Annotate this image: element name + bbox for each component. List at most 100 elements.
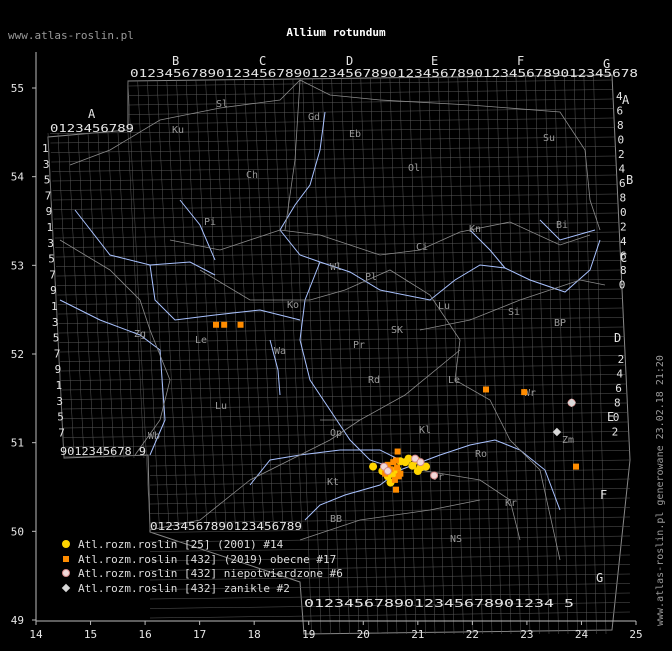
orange-square-icon [60,554,74,566]
right-digit: 8 [620,264,627,277]
region-label-pi: Pi [204,217,216,228]
region-label-lu: Lu [215,401,227,412]
river [299,261,401,471]
y-tick-label: 52 [11,348,24,361]
grid-hline [127,117,614,125]
grid-vline [506,76,521,635]
region-label-bi: Bi [556,220,568,231]
point-1-4 [394,448,401,455]
grid-vline [195,80,217,531]
x-tick-label: 21 [411,628,424,641]
point-1-1 [221,321,228,328]
point-0-13 [413,467,422,476]
grid-vline [389,77,407,635]
x-tick-label: 16 [138,628,151,641]
legend-label: Atl.rozm.roslin [432] (2019) obecne #17 [78,552,337,566]
y-tick-label: 51 [11,437,24,450]
grid-vline [593,75,607,635]
left-digit: 5 [57,411,64,424]
pink-circle-icon [60,568,74,580]
left-digit: 7 [49,268,56,281]
point-1-10 [483,386,489,393]
point-1-11 [521,389,528,396]
grid-vline [360,78,379,635]
region-label-ns: NS [450,534,462,545]
point-3-1 [567,398,576,408]
grid-hline [61,393,628,400]
admin-border [284,79,301,231]
grid-vline-a [87,132,105,459]
region-label-le: Le [448,375,460,386]
grid-vline [244,79,265,531]
point-2-1 [383,467,392,476]
bottom-right-digit-row: 0123456789012345678901234 5 [304,597,574,610]
row-letter-a: A [622,93,630,107]
region-label-bb: BB [330,514,342,525]
left-digit: 1 [47,221,54,234]
grid-hline [62,412,628,419]
legend-label: Atl.rozm.roslin [432] niepotwierdzone #6 [78,567,343,580]
grid-vline [341,78,360,635]
grid-vline [379,77,398,635]
grid-hline [60,355,626,362]
x-tick-label: 24 [575,628,589,641]
grid-vline [457,76,474,635]
grid-hline [60,364,626,372]
left-digit: 7 [45,189,52,202]
point-0-12 [401,458,410,467]
region-label-kl: Kl [419,425,431,436]
stamp-text: www.atlas-roslin.pl generowane 23.02.18 … [655,355,666,626]
grid-vline [215,79,236,531]
y-tick-label: 53 [11,259,24,272]
grid-hline [127,79,613,87]
region-label-zm: Zm [562,435,574,446]
region-label-zg: Zg [134,329,146,340]
borders-layer [59,79,606,561]
left-digit: 7 [58,426,65,439]
region-label-wb: Wb [148,431,160,442]
grid-hline [59,345,625,353]
right-digit: 2 [618,148,625,161]
legend-item-2001: Atl.rozm.roslin [25] (2001) #14 [60,538,343,553]
grid-hline [127,98,613,106]
right-digit: 8 [614,397,621,410]
region-label-pl: Pl [365,272,377,283]
grid-hline [50,127,615,134]
point-1-14 [391,476,398,483]
bottom-mid-digit-row: 01234567890123456789 [150,520,302,533]
grid-vline-a [107,132,125,459]
legend: Atl.rozm.roslin [25] (2001) #14 Atl.rozm… [60,538,343,596]
region-label-si: Si [508,307,520,318]
grid-hline [57,298,623,305]
left-digit: 5 [53,332,60,345]
region-label-ci: Ci [416,242,428,253]
grid-vline [166,80,189,531]
left-digit: 3 [52,316,59,329]
yellow-circle-icon [60,539,74,551]
column-letter-F: F [517,54,524,68]
column-letter-a: A [88,107,96,121]
grid-hline [51,165,617,172]
region-label-ch: Ch [246,170,258,181]
region-label-ol: Ol [408,163,420,174]
grid-vline [253,79,274,531]
region-label-gd: Gd [308,112,320,123]
generated-stamp: www.atlas-roslin.pl generowane 23.02.18 … [655,355,666,626]
region-label-kr: Kr [505,498,517,509]
legend-item-extinct: Atl.rozm.roslin [432] zanikle #2 [60,582,343,597]
grid-vline-a [67,132,85,459]
grid-hline [52,184,618,191]
grid-vline [205,80,227,531]
region-label-sl: Sl [216,99,228,110]
grid-hline [63,421,629,429]
y-tick-label: 50 [11,525,24,538]
grid-vline-a [97,132,115,459]
right-digit: 8 [617,119,624,132]
grid-vline [147,80,170,531]
x-tick-label: 25 [629,628,642,641]
left-digit: 3 [47,237,54,250]
grid-hline [62,402,628,410]
grid-vline [234,79,255,531]
right-digit: 4 [620,235,627,248]
legend-item-2019: Atl.rozm.roslin [432] (2019) obecne #17 [60,553,343,568]
